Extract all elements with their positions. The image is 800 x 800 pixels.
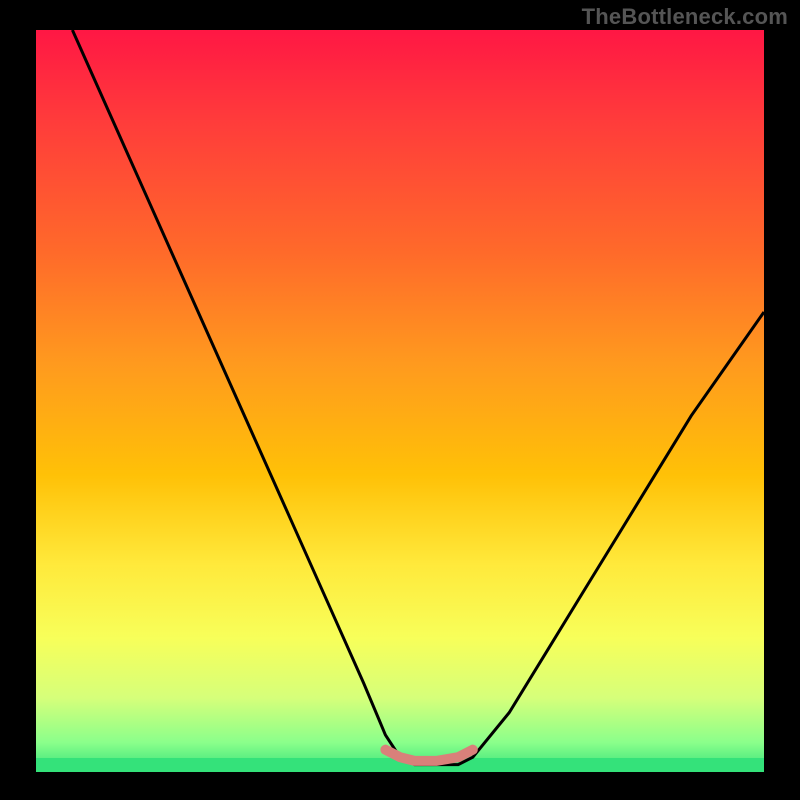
chart-stage: TheBottleneck.com: [0, 0, 800, 800]
bottleneck-chart: [0, 0, 800, 800]
watermark-text: TheBottleneck.com: [582, 4, 788, 30]
plot-background: [36, 30, 764, 772]
